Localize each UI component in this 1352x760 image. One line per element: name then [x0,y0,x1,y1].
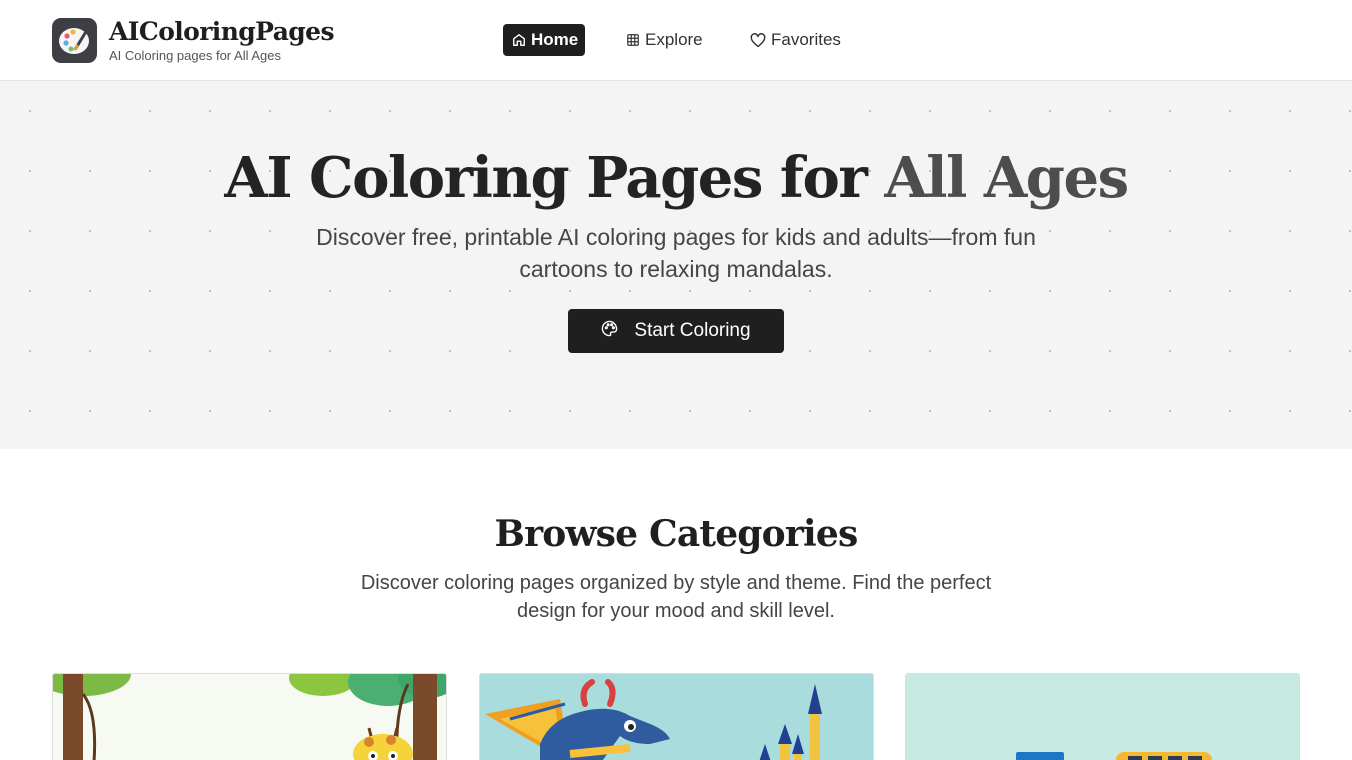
nav-home[interactable]: Home [503,24,585,56]
category-card-fantasy[interactable] [479,673,874,760]
vehicles-bus-illustration [906,674,1299,760]
nav-explore[interactable]: Explore [626,24,703,56]
nav-favorites[interactable]: Favorites [750,24,841,56]
start-coloring-button[interactable]: Start Coloring [568,309,784,353]
categories-title: Browse Categories [494,513,858,555]
heart-icon [750,32,766,48]
brand[interactable]: AIColoringPages AI Coloring pages for Al… [109,16,335,63]
home-icon [512,33,526,47]
hero-section: AI Coloring Pages for All Ages Discover … [0,81,1352,449]
grid-icon [626,33,640,47]
palette-icon [601,320,618,343]
hero-title: AI Coloring Pages for All Ages [0,143,1352,213]
nav-explore-label: Explore [645,30,703,49]
categories-description: Discover coloring pages organized by sty… [360,572,992,622]
brand-name[interactable]: AIColoringPages [109,16,335,48]
hero-title-accent: All Ages [884,145,1129,211]
dragon-castle-illustration [480,674,873,760]
category-card-vehicles[interactable] [905,673,1300,760]
jungle-giraffe-illustration [53,674,446,760]
start-coloring-label: Start Coloring [634,320,751,341]
hero-description: Discover free, printable AI coloring pag… [316,224,1036,282]
hero-title-main: AI Coloring Pages for [224,145,885,211]
palette-logo-icon[interactable] [52,18,97,63]
nav-home-label: Home [531,30,579,49]
brand-tagline: AI Coloring pages for All Ages [109,48,281,63]
category-card-jungle[interactable] [52,673,447,760]
nav-favorites-label: Favorites [771,30,841,49]
site-header: AIColoringPages AI Coloring pages for Al… [0,0,1352,81]
